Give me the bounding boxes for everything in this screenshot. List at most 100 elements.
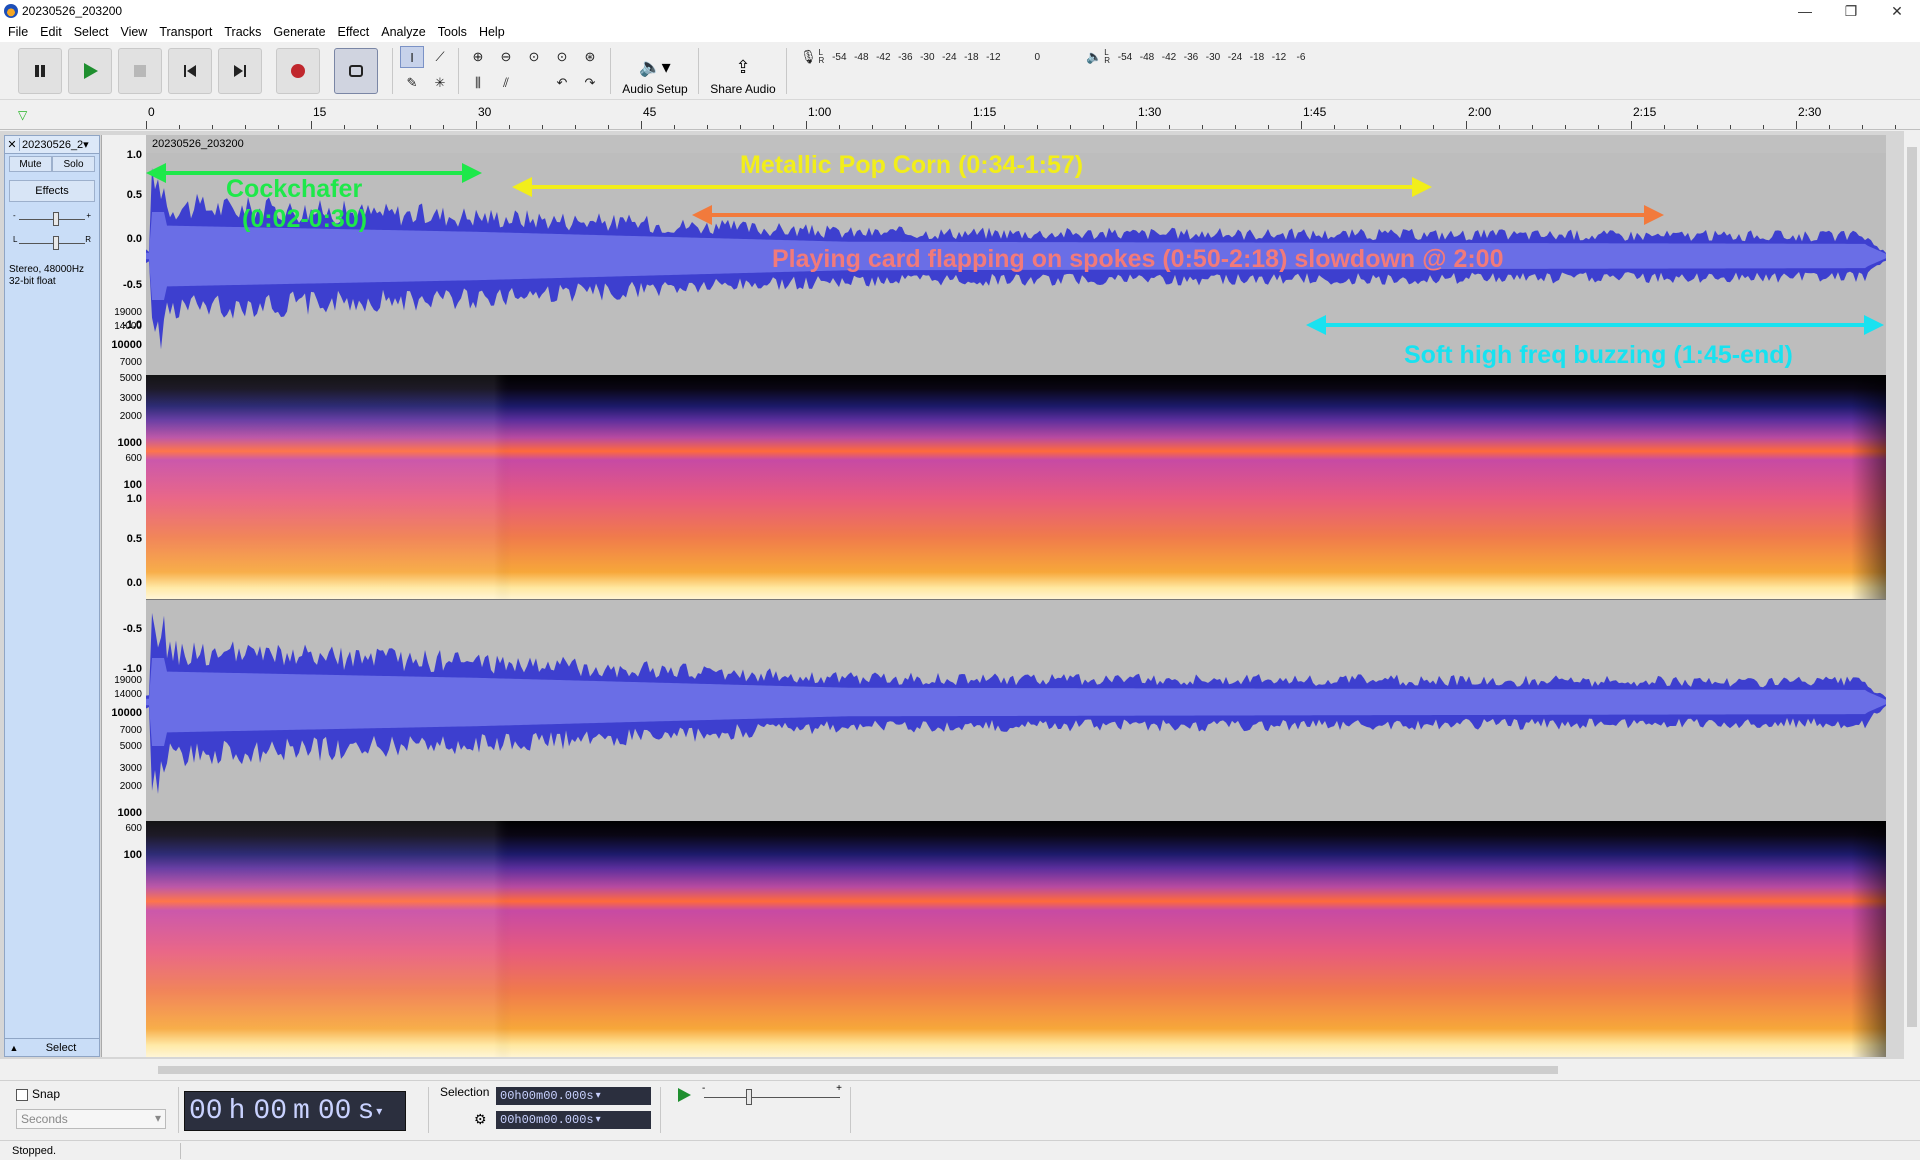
selection-start-field[interactable]: 00h00m00.000s ▾ bbox=[496, 1087, 651, 1105]
stop-icon bbox=[134, 65, 146, 77]
zoom-toggle-button[interactable]: ⊛ bbox=[578, 46, 602, 68]
menu-view[interactable]: View bbox=[116, 25, 155, 39]
menu-tracks[interactable]: Tracks bbox=[220, 25, 269, 39]
gain-slider[interactable]: - + bbox=[13, 211, 91, 226]
draw-tool[interactable]: ✎ bbox=[400, 72, 424, 94]
pan-right-label: R bbox=[85, 235, 91, 244]
menu-file[interactable]: File bbox=[4, 25, 36, 39]
collapse-track-icon[interactable]: ▲ bbox=[5, 1043, 23, 1053]
separator bbox=[178, 1087, 179, 1133]
menu-analyze[interactable]: Analyze bbox=[377, 25, 433, 39]
meter-tick: -30 bbox=[1205, 51, 1221, 63]
ruler-tick-label: 30 bbox=[478, 105, 492, 119]
slider-knob[interactable] bbox=[746, 1089, 752, 1105]
undo-icon: ↶ bbox=[556, 75, 568, 90]
time-display[interactable]: 00 h 00 m 00 s ▾ bbox=[184, 1091, 406, 1131]
loop-button[interactable] bbox=[334, 48, 378, 94]
checkbox-box[interactable] bbox=[16, 1088, 28, 1101]
minimize-button[interactable]: — bbox=[1782, 0, 1828, 22]
silence-button[interactable]: ⫽ bbox=[494, 72, 518, 94]
snap-unit-select[interactable]: Seconds ▾ bbox=[16, 1109, 166, 1129]
annotation-soft-buzzing: Soft high freq buzzing (1:45-end) bbox=[1404, 341, 1793, 369]
ruler-tick-mark bbox=[971, 121, 972, 129]
slider-knob[interactable] bbox=[53, 236, 59, 250]
play-speed-slider[interactable]: - + bbox=[700, 1083, 844, 1107]
zoom-out-button[interactable]: ⊖ bbox=[494, 46, 518, 68]
play-icon bbox=[678, 1088, 691, 1102]
ruler-minor-tick bbox=[344, 125, 345, 129]
play-button[interactable] bbox=[68, 48, 112, 94]
skip-end-icon bbox=[234, 65, 246, 77]
close-button[interactable]: ✕ bbox=[1874, 0, 1920, 22]
menu-select[interactable]: Select bbox=[70, 25, 117, 39]
record-meter[interactable]: 🎙 LR -54 -48 -42 -36 -30 -24 -18 -12 0 bbox=[800, 48, 1048, 66]
ruler-minor-tick bbox=[443, 125, 444, 129]
redo-button[interactable]: ↷ bbox=[578, 72, 602, 94]
menu-transport[interactable]: Transport bbox=[155, 25, 220, 39]
meter-tick: -12 bbox=[1271, 51, 1287, 63]
selection-toolbar: Snap Seconds ▾ 00 h 00 m 00 s ▾ Selectio… bbox=[0, 1080, 1920, 1140]
ruler-minor-tick bbox=[212, 125, 213, 129]
popcorn-arrow bbox=[512, 177, 1432, 197]
pan-slider[interactable]: L R bbox=[13, 235, 91, 250]
pause-button[interactable] bbox=[18, 48, 62, 94]
vertical-scrollbar[interactable] bbox=[1904, 131, 1920, 1059]
selection-end-field[interactable]: 00h00m00.000s ▾ bbox=[496, 1111, 651, 1129]
share-audio-button[interactable]: ⇪ Share Audio bbox=[706, 48, 780, 96]
playback-meter[interactable]: 🔈 LR -54 -48 -42 -36 -30 -24 -18 -12 -6 bbox=[1086, 48, 1334, 66]
snap-checkbox[interactable]: Snap bbox=[16, 1087, 60, 1101]
timeline-options-icon[interactable]: ▽ bbox=[18, 108, 32, 122]
track-name-menu[interactable]: 20230526_2▾ bbox=[19, 138, 99, 151]
zoom-in-button[interactable]: ⊕ bbox=[466, 46, 490, 68]
horizontal-scroll-thumb[interactable] bbox=[158, 1066, 1558, 1074]
menu-tools[interactable]: Tools bbox=[434, 25, 475, 39]
record-button[interactable] bbox=[276, 48, 320, 94]
waveform-area[interactable]: 20230526_203200 Cockchafer (0:02-0:30) M… bbox=[146, 135, 1886, 1057]
effects-button[interactable]: Effects bbox=[9, 180, 95, 202]
selection-tool[interactable]: I bbox=[400, 46, 424, 68]
amplitude-label: -0.5 bbox=[123, 623, 142, 635]
ruler-minor-tick bbox=[773, 125, 774, 129]
trim-button[interactable]: ⫼ bbox=[466, 72, 490, 94]
fit-selection-button[interactable]: ⊙ bbox=[522, 46, 546, 68]
menu-effect[interactable]: Effect bbox=[334, 25, 378, 39]
vertical-ruler[interactable]: 1.0 1.0 0.5 0.5 0.0 0.0 -0.5 -0.5 -1.0 -1.0 19000 1… bbox=[101, 135, 146, 1057]
stop-button[interactable] bbox=[118, 48, 162, 94]
menu-help[interactable]: Help bbox=[475, 25, 513, 39]
frequency-label: 3000 bbox=[119, 393, 142, 404]
undo-button[interactable]: ↶ bbox=[550, 72, 574, 94]
menu-edit[interactable]: Edit bbox=[36, 25, 70, 39]
play-at-speed-button[interactable] bbox=[676, 1087, 692, 1106]
gear-icon[interactable]: ⚙ bbox=[474, 1111, 487, 1128]
solo-button[interactable]: Solo bbox=[52, 156, 95, 172]
amplitude-label: 0.5 bbox=[126, 189, 142, 201]
slider-knob[interactable] bbox=[53, 212, 59, 226]
vertical-scroll-thumb[interactable] bbox=[1907, 147, 1917, 1027]
skip-to-start-button[interactable] bbox=[168, 48, 212, 94]
ruler-tick-mark bbox=[1796, 121, 1797, 129]
maximize-button[interactable]: ❐ bbox=[1828, 0, 1874, 22]
envelope-tool[interactable]: ⟋ bbox=[428, 46, 452, 68]
multi-tool[interactable]: ✳ bbox=[428, 72, 452, 94]
time-seconds-unit: s bbox=[357, 1095, 375, 1127]
ruler-minor-tick bbox=[1169, 125, 1170, 129]
skip-to-end-button[interactable] bbox=[218, 48, 262, 94]
status-bar: Stopped. bbox=[0, 1140, 1920, 1160]
skip-start-icon bbox=[184, 65, 196, 77]
mute-button[interactable]: Mute bbox=[9, 156, 52, 172]
meter-tick: -36 bbox=[898, 51, 913, 63]
meter-tick: -54 bbox=[832, 51, 847, 63]
ruler-minor-tick bbox=[1532, 125, 1533, 129]
pencil-icon: ✎ bbox=[406, 75, 418, 90]
select-track-button[interactable]: Select bbox=[23, 1042, 99, 1054]
horizontal-scrollbar[interactable] bbox=[146, 1062, 1904, 1078]
ruler-minor-tick bbox=[608, 125, 609, 129]
fit-project-button[interactable]: ⊙ bbox=[550, 46, 574, 68]
frequency-label: 7000 bbox=[119, 357, 142, 368]
menu-generate[interactable]: Generate bbox=[269, 25, 333, 39]
ruler-minor-tick bbox=[674, 125, 675, 129]
close-track-button[interactable]: ✕ bbox=[5, 138, 19, 151]
timeline-ruler[interactable]: ▽ 0 15 30 45 1:00 1:15 1:30 1:45 2:00 2:15 2:30 bbox=[0, 101, 1920, 130]
playback-meter-scale: -54 -48 -42 -36 -30 -24 -18 -12 -6 bbox=[1114, 52, 1334, 63]
audio-setup-button[interactable]: 🔈▾ Audio Setup bbox=[618, 48, 692, 96]
